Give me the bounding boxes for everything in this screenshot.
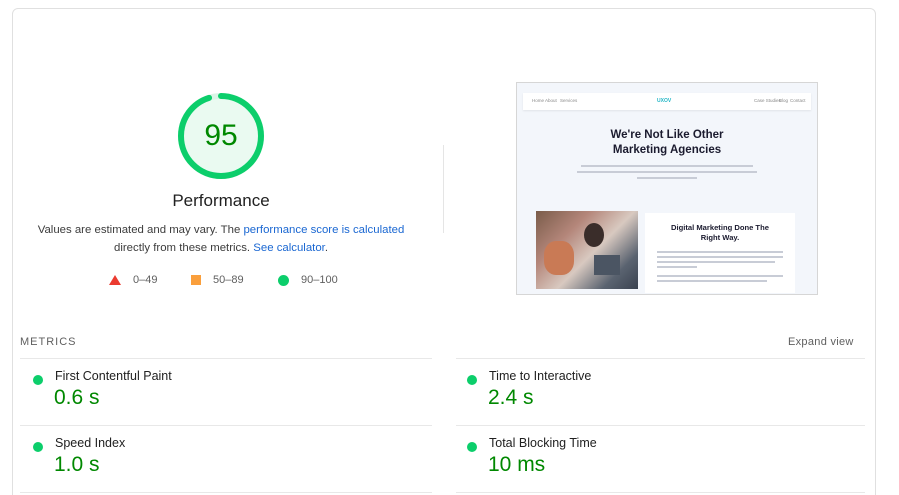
metric-name: Speed Index xyxy=(55,436,126,450)
screenshot-text-line xyxy=(657,256,783,258)
metric-value: 10 ms xyxy=(488,453,546,476)
legend-item-average: 50–89 xyxy=(191,274,244,286)
triangle-icon xyxy=(109,275,121,285)
metric-name: Total Blocking Time xyxy=(489,436,597,450)
description-text: directly from these metrics. xyxy=(114,242,254,254)
metrics-heading: METRICS xyxy=(20,336,77,348)
screenshot-card-line: Right Way. xyxy=(700,233,740,242)
legend-item-pass: 90–100 xyxy=(278,274,338,286)
divider xyxy=(20,425,432,426)
divider xyxy=(20,358,432,359)
description-text: . xyxy=(324,242,328,254)
screenshot-text-line xyxy=(657,280,767,282)
metric-time-to-interactive: Time to Interactive 2.4 s xyxy=(467,369,867,429)
screenshot-nav-link: Blog xyxy=(779,98,789,103)
screenshot-navbar: Home About Services UXOV Case Studies Bl… xyxy=(523,93,811,110)
final-screenshot: Home About Services UXOV Case Studies Bl… xyxy=(516,82,818,295)
pass-circle-icon xyxy=(33,375,43,385)
metric-name: Time to Interactive xyxy=(489,369,592,383)
screenshot-hero-line: We're Not Like Other xyxy=(610,129,724,141)
score-description: Values are estimated and may vary. The p… xyxy=(30,221,412,257)
performance-title: Performance xyxy=(172,191,270,210)
screenshot-text-line xyxy=(657,261,775,263)
score-value: 95 xyxy=(204,119,238,152)
screenshot-nav-link: Case Studies xyxy=(754,98,781,103)
divider xyxy=(20,492,432,493)
pass-circle-icon xyxy=(33,442,43,452)
performance-score-gauge[interactable]: 95 xyxy=(178,93,264,179)
screenshot-card-title: Digital Marketing Done The Right Way. xyxy=(645,223,795,243)
pass-circle-icon xyxy=(467,375,477,385)
screenshot-text-line xyxy=(581,165,753,167)
legend-item-fail: 0–49 xyxy=(109,274,157,286)
screenshot-hero-line: Marketing Agencies xyxy=(612,144,722,156)
screenshot-nav-link: About xyxy=(545,98,557,103)
screenshot-nav-link: Services xyxy=(560,98,578,103)
circle-icon xyxy=(278,274,289,286)
divider xyxy=(443,145,444,233)
square-icon xyxy=(191,275,201,285)
divider xyxy=(456,492,865,493)
screenshot-brand: UXOV xyxy=(657,98,672,104)
metric-value: 2.4 s xyxy=(488,386,534,409)
screenshot-nav-link: Contact xyxy=(790,98,806,103)
metric-speed-index: Speed Index 1.0 s xyxy=(33,436,433,495)
metric-value: 0.6 s xyxy=(54,386,100,409)
description-text: Values are estimated and may vary. The xyxy=(37,224,244,236)
screenshot-team-photo xyxy=(536,211,638,289)
screenshot-text-line xyxy=(637,177,697,179)
screenshot-text-line xyxy=(657,266,697,268)
metric-first-contentful-paint: First Contentful Paint 0.6 s xyxy=(33,369,433,429)
screenshot-text-line xyxy=(657,251,783,253)
screenshot-text-line xyxy=(657,275,783,277)
legend-label: 50–89 xyxy=(213,274,244,286)
divider xyxy=(456,425,865,426)
pass-circle-icon xyxy=(467,442,477,452)
metric-total-blocking-time: Total Blocking Time 10 ms xyxy=(467,436,867,495)
score-legend: 0–49 50–89 90–100 xyxy=(0,274,440,290)
metric-name: First Contentful Paint xyxy=(55,369,172,383)
metric-value: 1.0 s xyxy=(54,453,100,476)
legend-label: 0–49 xyxy=(133,274,158,286)
screenshot-text-line xyxy=(577,171,757,173)
performance-score-link[interactable]: performance score is calculated xyxy=(243,224,404,236)
screenshot-hero-title: We're Not Like Other Marketing Agencies xyxy=(517,128,817,158)
legend-label: 90–100 xyxy=(301,274,338,286)
screenshot-info-card: Digital Marketing Done The Right Way. xyxy=(645,213,795,293)
see-calculator-link[interactable]: See calculator xyxy=(253,242,325,254)
expand-view-toggle[interactable]: Expand view xyxy=(788,336,854,348)
divider xyxy=(456,358,865,359)
screenshot-nav-link: Home xyxy=(532,98,545,103)
screenshot-card-line: Digital Marketing Done The xyxy=(671,223,769,232)
